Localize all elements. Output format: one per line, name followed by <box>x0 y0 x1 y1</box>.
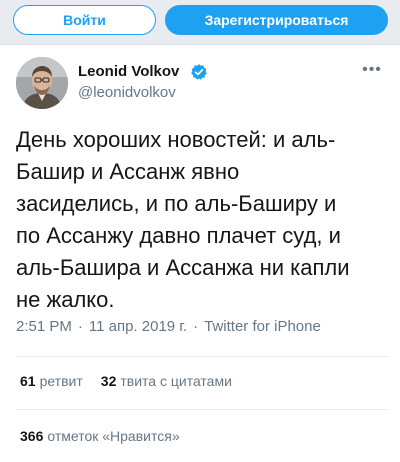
more-options-icon[interactable]: ••• <box>358 60 386 80</box>
divider <box>16 356 388 357</box>
quotes-stat[interactable]: 32 твита с цитатами <box>101 373 232 389</box>
tweet-date[interactable]: 11 апр. 2019 г. <box>89 318 187 335</box>
tweet-source[interactable]: Twitter for iPhone <box>204 318 321 335</box>
avatar-photo <box>16 57 68 109</box>
tweet-meta: 2:51 PM · 11 апр. 2019 г. · Twitter for iPho… <box>16 318 321 335</box>
top-bar: Войти Зарегистрироваться <box>0 0 400 45</box>
tweet-text-line: не жалко. <box>16 287 115 312</box>
tweet-time[interactable]: 2:51 PM <box>16 318 72 335</box>
verified-badge-icon <box>191 64 207 80</box>
login-button[interactable]: Войти <box>13 5 156 35</box>
tweet-text-line: Башир и Ассанж явно <box>16 159 240 184</box>
likes-stat[interactable]: 366 отметок «Нравится» <box>20 428 180 444</box>
tweet-stats: 61 ретвит 32 твита с цитатами <box>20 373 232 389</box>
likes-count: 366 <box>20 428 44 444</box>
divider <box>16 409 388 410</box>
quotes-label: твита с цитатами <box>120 373 232 389</box>
tweet-text-line: засиделись, и по аль-Баширу и <box>16 191 337 216</box>
tweet-text: День хороших новостей: и аль- Башир и Ас… <box>16 124 388 316</box>
retweets-stat[interactable]: 61 ретвит <box>20 373 83 389</box>
signup-button[interactable]: Зарегистрироваться <box>165 5 388 35</box>
author-handle[interactable]: @leonidvolkov <box>78 84 176 101</box>
tweet-text-line: День хороших новостей: и аль- <box>16 127 336 152</box>
author-name[interactable]: Leonid Volkov <box>78 63 179 80</box>
avatar[interactable] <box>16 57 68 109</box>
tweet-text-line: аль-Башира и Ассанжа ни капли <box>16 255 350 280</box>
likes-label: отметок «Нравится» <box>47 428 180 444</box>
meta-separator: · <box>77 318 83 335</box>
retweets-count: 61 <box>20 373 36 389</box>
retweets-label: ретвит <box>39 373 83 389</box>
tweet-text-line: по Ассанжу давно плачет суд, и <box>16 223 341 248</box>
meta-separator: · <box>193 318 199 335</box>
quotes-count: 32 <box>100 373 117 389</box>
